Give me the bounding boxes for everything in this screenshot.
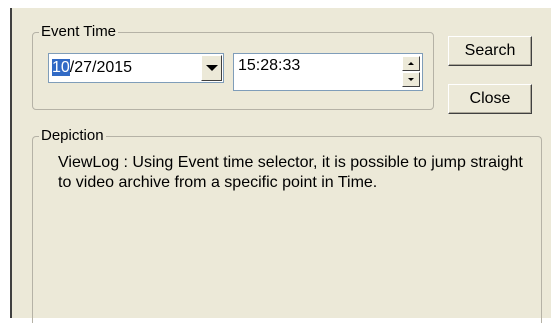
date-rest[interactable]: /27/2015 (70, 59, 132, 76)
time-spin-down-button[interactable] (402, 72, 420, 87)
date-dropdown-button[interactable] (201, 55, 222, 81)
search-button[interactable]: Search (448, 36, 532, 66)
event-time-group: Event Time 10/27/2015 15:28:33 (32, 23, 434, 110)
close-button[interactable]: Close (448, 84, 532, 114)
depiction-group-label: Depiction (39, 127, 106, 145)
viewlog-window: Event Time 10/27/2015 15:28:33 Search Cl… (0, 0, 551, 323)
time-value[interactable]: 15:28:33 (238, 56, 300, 76)
event-time-dialog: Event Time 10/27/2015 15:28:33 Search Cl… (10, 8, 551, 323)
depiction-group: Depiction ViewLog : Using Event time sel… (32, 127, 542, 323)
chevron-down-icon (205, 65, 218, 71)
event-time-group-label: Event Time (39, 23, 119, 41)
time-spin-up-button[interactable] (402, 56, 420, 71)
arrow-up-icon (408, 62, 414, 65)
time-spinner[interactable]: 15:28:33 (233, 53, 423, 91)
arrow-down-icon (408, 78, 414, 81)
date-month-selected[interactable]: 10 (52, 59, 70, 76)
date-picker[interactable]: 10/27/2015 (48, 53, 224, 83)
date-value[interactable]: 10/27/2015 (49, 58, 132, 78)
depiction-text: ViewLog : Using Event time selector, it … (58, 154, 523, 191)
